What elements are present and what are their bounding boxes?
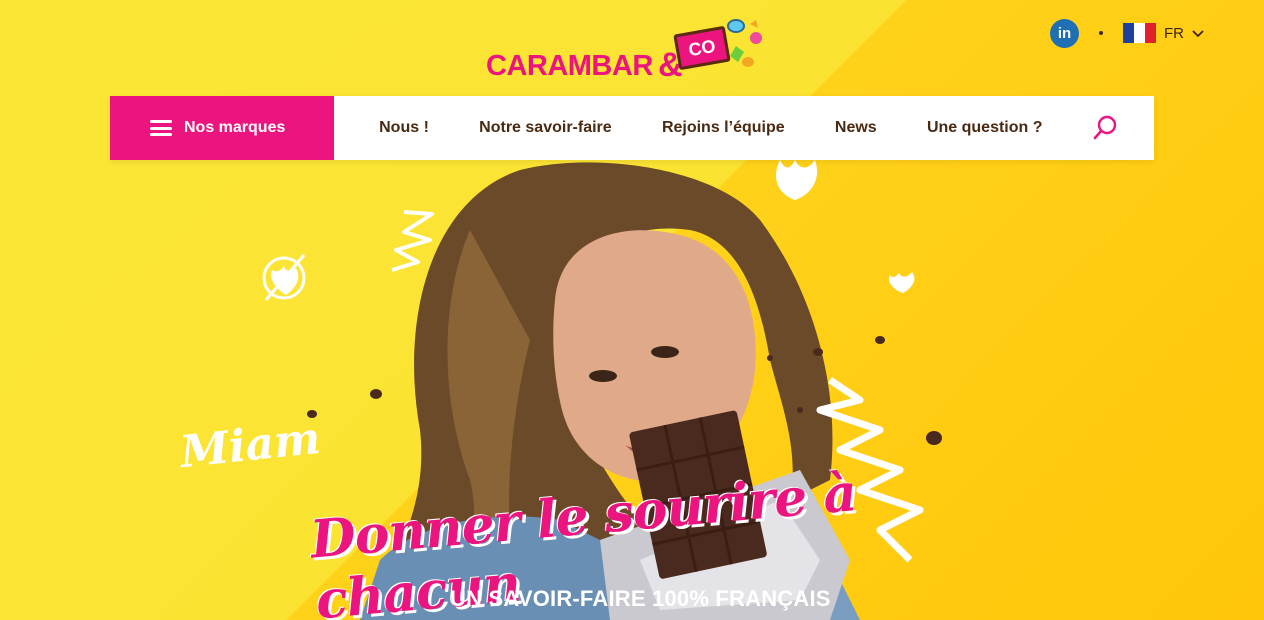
- brands-menu-button[interactable]: Nos marques: [110, 96, 334, 160]
- site-logo[interactable]: CARAMBAR & CO: [486, 16, 776, 84]
- chevron-down-icon: [1192, 30, 1204, 38]
- main-navigation: Nos marques Nous ! Notre savoir-faire Re…: [110, 96, 1154, 160]
- search-icon[interactable]: [1093, 115, 1117, 141]
- linkedin-label: in: [1057, 24, 1072, 42]
- hero-tagline: UN SAVOIR-FAIRE 100% FRANÇAIS: [450, 586, 831, 611]
- header-utilities: in FR: [1050, 18, 1204, 48]
- nav-links: Nous ! Notre savoir-faire Rejoins l’équi…: [334, 96, 1154, 160]
- hamburger-icon: [150, 120, 172, 136]
- candy-icon: [727, 19, 762, 67]
- nav-link-savoir-faire[interactable]: Notre savoir-faire: [479, 119, 612, 137]
- logo-brand-text: CARAMBAR: [486, 50, 653, 82]
- language-selector[interactable]: FR: [1123, 23, 1204, 43]
- separator-dot: [1099, 31, 1103, 35]
- nav-link-question[interactable]: Une question ?: [927, 119, 1043, 137]
- france-flag-icon: [1123, 23, 1156, 43]
- nav-link-news[interactable]: News: [835, 119, 877, 137]
- language-label: FR: [1164, 24, 1184, 42]
- nav-link-nous[interactable]: Nous !: [379, 119, 429, 137]
- brands-menu-label: Nos marques: [184, 119, 286, 136]
- nav-link-rejoins-equipe[interactable]: Rejoins l’équipe: [662, 119, 785, 137]
- linkedin-icon[interactable]: in: [1050, 18, 1079, 48]
